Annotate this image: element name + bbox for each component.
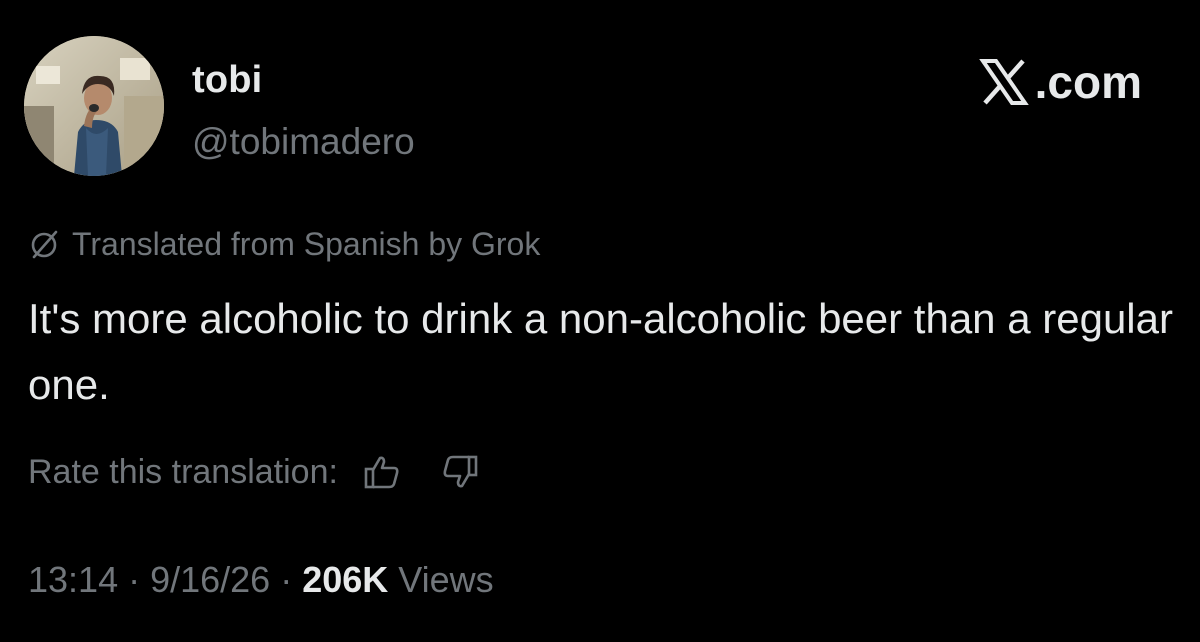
meta-separator: · [128,559,141,600]
brand-watermark: .com [978,52,1142,112]
post-date[interactable]: 9/16/26 [150,556,270,604]
meta-separator: · [280,559,293,600]
post-meta: 13:14 · 9/16/26 · 206K Views [28,556,494,604]
thumbs-up-icon [364,456,399,489]
x-logo-icon [978,59,1029,105]
views-count: 206K [302,559,389,600]
rate-translation: Rate this translation: [28,448,488,496]
display-name[interactable]: tobi [192,58,262,102]
post-time[interactable]: 13:14 [28,556,118,604]
rate-translation-label: Rate this translation: [28,453,338,491]
user-handle[interactable]: @tobimadero [192,120,415,164]
thumbs-up-button[interactable] [354,448,410,496]
tweet-text: It's more alcoholic to drink a non-alcoh… [28,295,1173,408]
views-label: Views [398,559,494,600]
brand-domain: .com [1034,56,1142,108]
post-card: tobi @tobimadero .com Translated from Sp… [0,0,1200,642]
avatar[interactable] [24,36,164,176]
thumbs-down-button[interactable] [432,448,488,496]
translation-note-text: Translated from Spanish by Grok [72,226,541,262]
translation-note: Translated from Spanish by Grok [28,222,540,266]
translate-grok-icon [31,230,58,259]
profile-photo [24,36,164,176]
thumbs-down-icon [443,455,478,488]
